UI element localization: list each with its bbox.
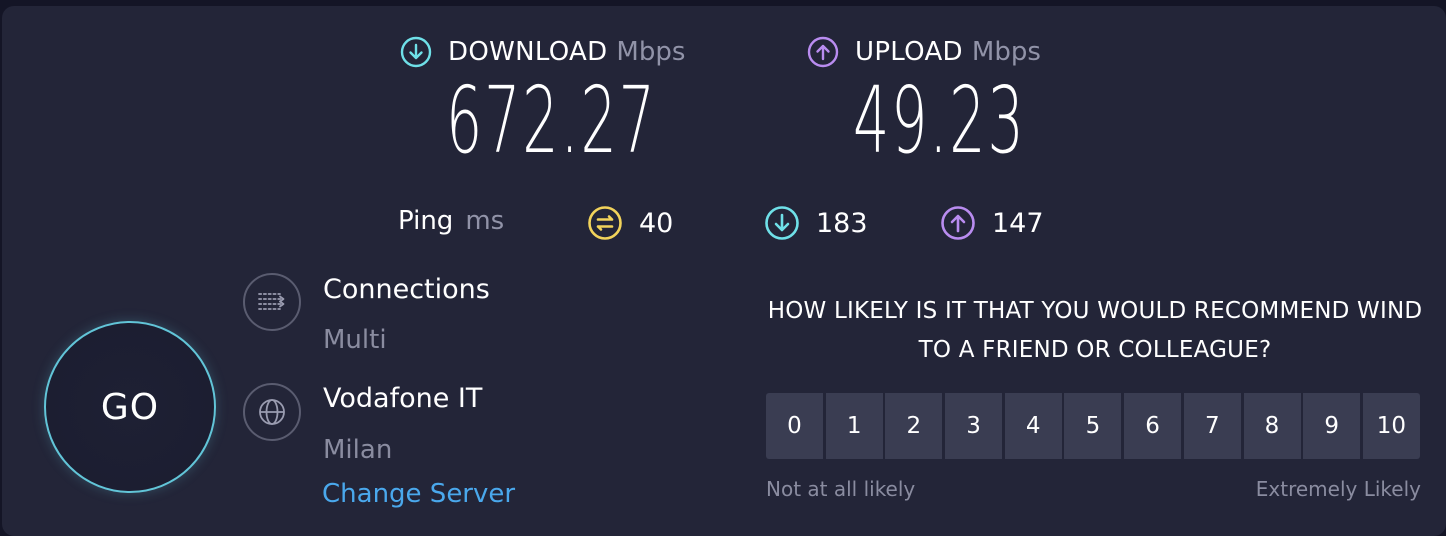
survey-scale: 0 1 2 3 4 5 6 7 8 9 10 [766,393,1420,459]
upload-label: UPLOAD [855,37,963,67]
ping-unit: ms [465,206,505,236]
connections-title: Connections [323,274,490,305]
scale-option-7[interactable]: 7 [1183,393,1241,459]
jitter-circle-icon [588,206,622,240]
scale-option-9[interactable]: 9 [1303,393,1361,459]
download-label: DOWNLOAD [448,37,608,67]
server-location: Milan [323,435,393,465]
server-icon-circle[interactable] [243,383,301,441]
scale-high-label: Extremely Likely [1255,477,1421,501]
scale-option-0[interactable]: 0 [766,393,823,459]
download-unit: Mbps [616,37,686,67]
change-server-link[interactable]: Change Server [322,479,515,509]
download-header: DOWNLOAD Mbps [400,36,685,68]
ping-upload-value: 147 [992,207,1044,239]
server-provider: Vodafone IT [323,383,483,414]
scale-option-3[interactable]: 3 [945,393,1003,459]
connections-value: Multi [323,325,387,355]
arrow-down-circle-icon [765,206,799,240]
arrow-up-circle-icon [941,206,975,240]
ping-label-group: Ping ms [398,206,504,236]
scale-option-4[interactable]: 4 [1004,393,1062,459]
survey-question: HOW LIKELY IS IT THAT YOU WOULD RECOMMEN… [767,298,1423,363]
ping-idle: 40 [587,205,673,241]
upload-unit: Mbps [971,37,1041,67]
scale-option-2[interactable]: 2 [885,393,943,459]
scale-option-1[interactable]: 1 [825,393,883,459]
globe-icon [259,399,285,425]
download-value: 672.27 [446,67,657,174]
scale-option-10[interactable]: 10 [1362,393,1420,459]
ping-download-value: 183 [816,207,868,239]
upload-header: UPLOAD Mbps [807,36,1041,68]
scale-option-6[interactable]: 6 [1124,393,1182,459]
multi-connections-icon [258,293,285,310]
connections-icon-circle[interactable] [243,273,301,331]
arrow-up-circle-icon [807,36,839,68]
ping-download: 183 [764,205,868,241]
scale-low-label: Not at all likely [766,477,916,501]
ping-idle-value: 40 [639,207,674,239]
go-label: GO [100,386,160,428]
arrow-down-circle-icon [400,36,432,68]
ping-upload: 147 [940,205,1044,241]
scale-option-5[interactable]: 5 [1064,393,1122,459]
upload-value: 49.23 [853,67,1026,174]
ping-label: Ping [398,206,454,236]
scale-option-8[interactable]: 8 [1243,393,1301,459]
go-button[interactable]: GO [44,321,216,493]
